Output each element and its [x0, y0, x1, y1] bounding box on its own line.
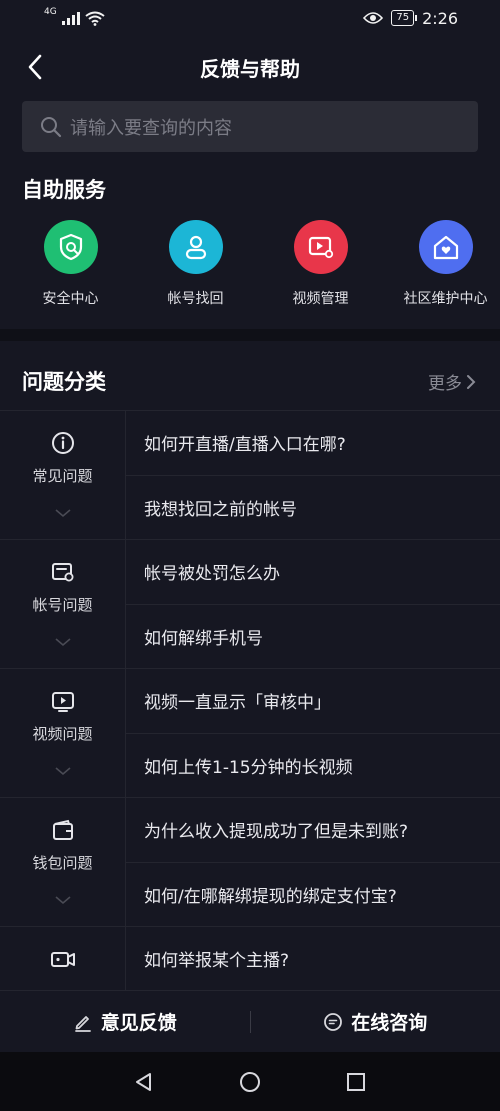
signal-icon: [61, 11, 80, 25]
chevron-left-icon: [28, 54, 42, 80]
service-community-center[interactable]: 社区维护中心: [391, 220, 500, 308]
back-button[interactable]: [18, 50, 52, 84]
category-item-common[interactable]: 常见问题: [0, 411, 125, 540]
chat-icon: [324, 1012, 343, 1031]
bottom-action-bar: 意见反馈 在线咨询: [0, 990, 500, 1052]
search-icon: [41, 116, 62, 137]
question-item[interactable]: 如何/在哪解绑提现的绑定支付宝?: [126, 863, 500, 927]
service-label: 帐号找回: [167, 291, 224, 307]
service-label: 安全中心: [42, 291, 99, 307]
chevron-down-icon: [54, 509, 71, 518]
chevron-down-icon: [54, 638, 71, 647]
question-item[interactable]: 如何上传1-15分钟的长视频: [126, 734, 500, 798]
search-placeholder: 请输入要查询的内容: [70, 117, 232, 139]
more-link[interactable]: 更多: [428, 369, 476, 394]
video-settings-icon: [293, 220, 348, 274]
service-security-center[interactable]: 安全中心: [16, 220, 125, 308]
system-navigation-bar: [0, 1052, 500, 1111]
category-label: 视频问题: [32, 725, 93, 743]
nav-bar: 反馈与帮助: [0, 36, 500, 98]
self-service-title: 自助服务: [22, 178, 106, 202]
wallet-icon: [52, 819, 73, 840]
page-title: 反馈与帮助: [200, 56, 300, 81]
question-item[interactable]: 如何解绑手机号: [126, 605, 500, 669]
category-label: 钱包问题: [32, 854, 93, 872]
question-item[interactable]: 为什么收入提现成功了但是未到账?: [126, 798, 500, 863]
consult-label: 在线咨询: [351, 1012, 428, 1034]
category-item-live[interactable]: [0, 927, 125, 990]
feedback-label: 意见反馈: [100, 1012, 177, 1034]
status-bar: 4G 75 2:26: [0, 0, 500, 36]
pencil-icon: [74, 1015, 91, 1032]
question-list: 如何开直播/直播入口在哪? 我想找回之前的帐号 帐号被处罚怎么办 如何解绑手机号…: [125, 411, 500, 990]
service-label: 社区维护中心: [403, 291, 488, 307]
self-service-grid: 安全中心 帐号找回 视频管理 社区维护中心: [0, 220, 500, 308]
feedback-button[interactable]: 意见反馈: [0, 991, 250, 1052]
wifi-icon: [85, 11, 105, 26]
online-consult-button[interactable]: 在线咨询: [251, 991, 500, 1052]
eye-icon: [363, 12, 384, 24]
chevron-down-icon: [54, 896, 71, 905]
shield-icon: [43, 220, 98, 274]
status-right: 75 2:26: [363, 9, 458, 28]
circle-home-icon: [240, 1071, 260, 1092]
category-item-video[interactable]: 视频问题: [0, 669, 125, 798]
question-item[interactable]: 如何举报某个主播?: [126, 927, 500, 990]
category-label: 帐号问题: [32, 596, 93, 614]
square-recents-icon: [347, 1072, 365, 1091]
category-list: 常见问题 帐号问题 视频问题 钱包问题: [0, 411, 125, 990]
categories-title: 问题分类: [22, 370, 106, 394]
user-icon: [168, 220, 223, 274]
section-divider: [0, 329, 500, 341]
search-input[interactable]: 请输入要查询的内容: [22, 101, 478, 152]
category-item-account[interactable]: 帐号问题: [0, 540, 125, 669]
service-account-recovery[interactable]: 帐号找回: [141, 220, 250, 308]
category-item-wallet[interactable]: 钱包问题: [0, 798, 125, 927]
chevron-down-icon: [54, 767, 71, 776]
play-icon: [51, 692, 74, 712]
chevron-right-icon: [467, 374, 476, 389]
system-home-button[interactable]: [197, 1071, 303, 1093]
info-icon: [51, 432, 74, 454]
service-label: 视频管理: [292, 291, 349, 307]
question-item[interactable]: 视频一直显示「审核中」: [126, 669, 500, 734]
home-heart-icon: [418, 220, 473, 274]
category-label: 常见问题: [32, 467, 93, 485]
more-label: 更多: [428, 374, 462, 394]
account-card-icon: [51, 563, 73, 582]
question-item[interactable]: 我想找回之前的帐号: [126, 476, 500, 540]
battery-icon: 75: [391, 10, 417, 26]
triangle-back-icon: [136, 1072, 151, 1091]
status-left: 4G: [44, 7, 105, 26]
live-camera-icon: [50, 952, 75, 967]
system-back-button[interactable]: [91, 1071, 197, 1093]
network-type: 4G: [44, 7, 57, 17]
question-item[interactable]: 帐号被处罚怎么办: [126, 540, 500, 605]
system-recents-button[interactable]: [303, 1071, 409, 1093]
service-video-management[interactable]: 视频管理: [266, 220, 375, 308]
category-panel: 常见问题 帐号问题 视频问题 钱包问题 如何开直播/直播入口在哪? 我想找回之前…: [0, 410, 500, 990]
question-item[interactable]: 如何开直播/直播入口在哪?: [126, 411, 500, 476]
clock: 2:26: [422, 8, 458, 28]
